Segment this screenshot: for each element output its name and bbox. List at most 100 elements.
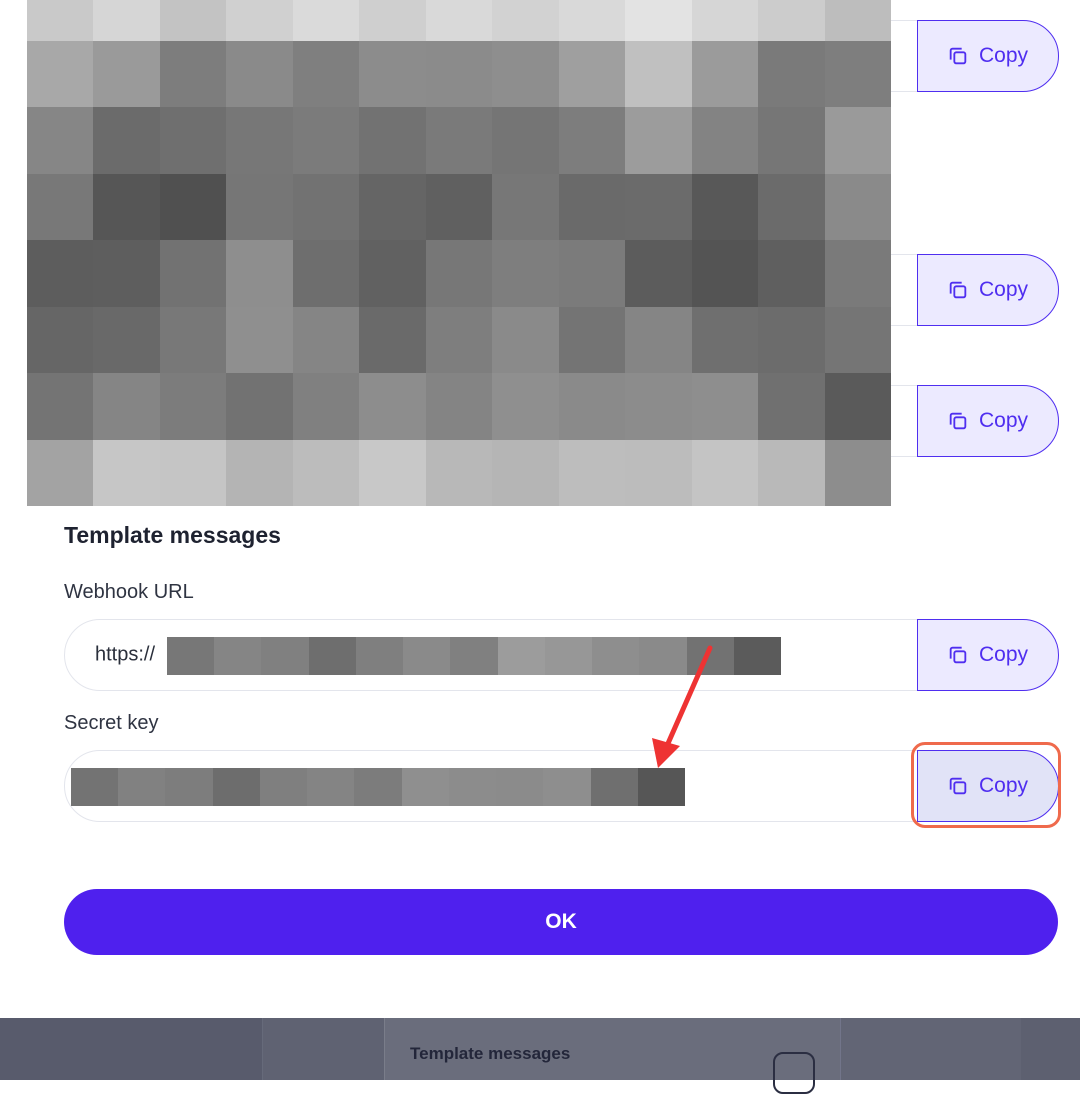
mosaic-cell	[93, 107, 160, 174]
mosaic-cell	[558, 173, 626, 240]
mosaic-cell	[824, 373, 891, 440]
mosaic-cell	[492, 240, 559, 307]
mosaic-cell	[226, 240, 293, 307]
mosaic-cell	[359, 40, 426, 107]
mosaic-cell	[27, 439, 94, 506]
mosaic-cell	[93, 173, 160, 240]
mosaic-cell	[27, 173, 94, 240]
mosaic-cell	[425, 439, 493, 506]
mosaic-cell	[27, 240, 94, 307]
copy-webhook-button[interactable]: Copy	[916, 618, 1059, 691]
mosaic-cell	[359, 240, 426, 307]
mosaic-cell	[159, 173, 227, 240]
mosaic-cell	[625, 107, 692, 174]
mosaic-cell	[425, 173, 493, 240]
redaction-cell	[212, 768, 260, 806]
mosaic-cell	[226, 373, 293, 440]
redaction-cell	[214, 637, 262, 675]
mosaic-cell	[492, 40, 559, 107]
mosaic-cell	[691, 40, 759, 107]
mosaic-cell	[625, 306, 692, 373]
mosaic-cell	[27, 0, 94, 41]
mosaic-cell	[625, 240, 692, 307]
copy-button-2[interactable]: Copy	[916, 253, 1059, 326]
mosaic-cell	[758, 0, 825, 41]
redaction-cell	[355, 637, 404, 675]
redaction-cell	[592, 637, 640, 675]
copy-icon	[949, 412, 967, 429]
copy-button-1[interactable]: Copy	[916, 19, 1059, 92]
copy-secret-key-button[interactable]: Copy	[916, 749, 1059, 822]
mosaic-cell	[492, 373, 559, 440]
mosaic-cell	[27, 306, 94, 373]
mosaic-cell	[625, 373, 692, 440]
mosaic-cell	[691, 373, 759, 440]
mosaic-cell	[292, 306, 360, 373]
mosaic-cell	[425, 40, 493, 107]
mosaic-cell	[159, 306, 227, 373]
mosaic-cell	[824, 107, 891, 174]
redaction-cell	[165, 768, 213, 806]
bg-column	[840, 1018, 1021, 1080]
mosaic-cell	[625, 40, 692, 107]
bg-column	[262, 1018, 385, 1080]
mosaic-cell	[492, 0, 559, 41]
copy-icon	[949, 646, 967, 663]
redaction-cell	[167, 637, 215, 675]
ok-button[interactable]: OK	[64, 889, 1058, 955]
mosaic-cell	[425, 0, 493, 41]
mosaic-cell	[292, 240, 360, 307]
mosaic-cell	[93, 40, 160, 107]
mosaic-cell	[625, 439, 692, 506]
mosaic-cell	[27, 107, 94, 174]
mosaic-cell	[824, 173, 891, 240]
mosaic-cell	[226, 107, 293, 174]
mosaic-cell	[492, 306, 559, 373]
webhook-url-field[interactable]: https:// Copy	[64, 618, 1059, 691]
mosaic-cell	[359, 173, 426, 240]
mosaic-cell	[359, 0, 426, 41]
mosaic-cell	[558, 439, 626, 506]
mosaic-cell	[758, 373, 825, 440]
mosaic-cell	[292, 173, 360, 240]
mosaic-cell	[159, 107, 227, 174]
mosaic-cell	[558, 240, 626, 307]
section-title: Template messages	[64, 522, 281, 548]
copy-button-label: Copy	[978, 43, 1029, 67]
mosaic-cell	[691, 173, 759, 240]
mosaic-cell	[359, 373, 426, 440]
mosaic-cell	[93, 306, 160, 373]
mosaic-cell	[558, 40, 626, 107]
copy-button-3[interactable]: Copy	[916, 384, 1059, 457]
redaction-cell	[403, 637, 451, 675]
mosaic-cell	[93, 240, 160, 307]
redaction-cell	[544, 637, 593, 675]
bg-column	[0, 1018, 262, 1080]
redaction-cell	[307, 768, 355, 806]
mosaic-cell	[292, 373, 360, 440]
mosaic-cell	[159, 40, 227, 107]
copy-button-label: Copy	[978, 642, 1029, 666]
mosaic-cell	[292, 0, 360, 41]
credentials-dialog: 47efa435-3fda-4709-bc73-3456d4b7ead0 Cop…	[0, 0, 1080, 1018]
mosaic-cell	[292, 40, 360, 107]
mosaic-cell	[758, 240, 825, 307]
mosaic-cell	[691, 0, 759, 41]
mosaic-cell	[359, 306, 426, 373]
redaction-cell	[354, 768, 402, 806]
mosaic-cell	[359, 439, 426, 506]
mosaic-cell	[492, 107, 559, 174]
secret-key-field[interactable]: Copy	[64, 749, 1059, 822]
mosaic-cell	[625, 173, 692, 240]
mosaic-cell	[691, 306, 759, 373]
mosaic-cell	[758, 306, 825, 373]
redaction-cell	[401, 768, 449, 806]
copy-button-label: Copy	[978, 773, 1029, 797]
mosaic-cell	[27, 373, 94, 440]
mosaic-cell	[159, 439, 227, 506]
copy-icon	[773, 1052, 815, 1094]
mosaic-cell	[359, 107, 426, 174]
copy-icon	[949, 777, 967, 794]
mosaic-cell	[691, 240, 759, 307]
mosaic-cell	[558, 306, 626, 373]
